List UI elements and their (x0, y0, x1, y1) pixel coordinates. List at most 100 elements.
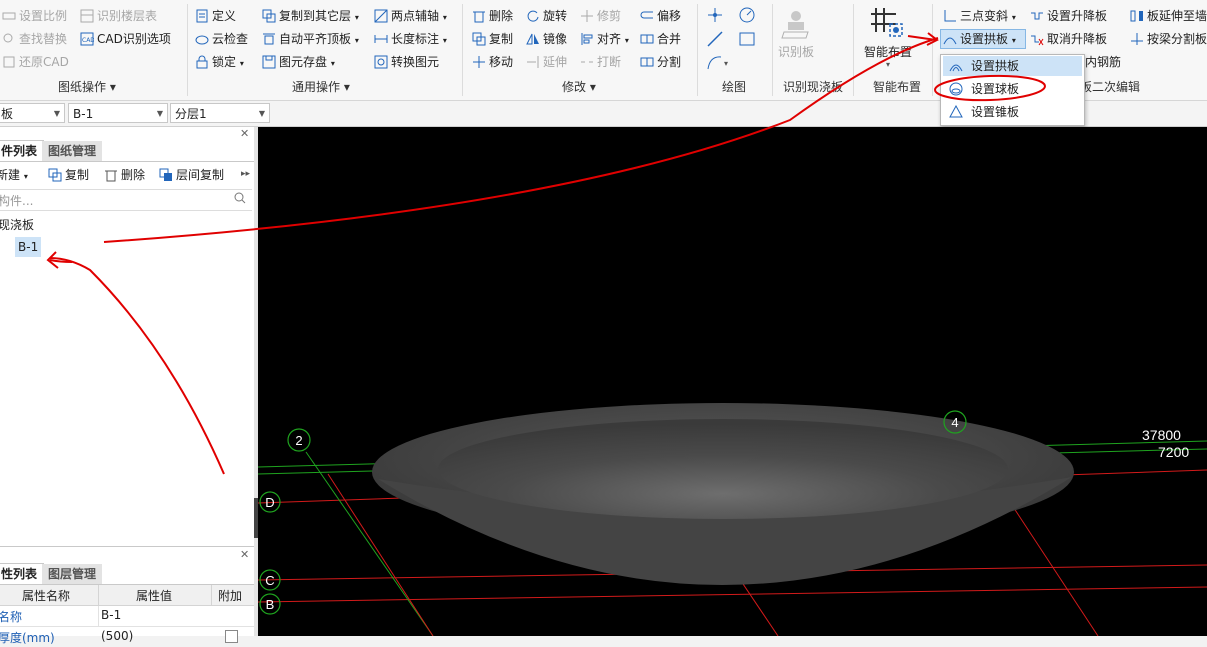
offset-button[interactable]: 偏移 (640, 6, 681, 26)
find-replace-icon (2, 32, 16, 46)
split-beam-icon (1130, 32, 1144, 46)
menu-item-set-cone-slab[interactable]: 设置锥板 (943, 102, 1082, 122)
menu-item-set-arch-slab[interactable]: 设置拱板 (943, 56, 1082, 76)
element-type-select[interactable]: 板 ▼ (0, 103, 65, 123)
cloud-check-icon (195, 32, 209, 46)
set-arch-slab-button[interactable]: 设置拱板 ▾ (940, 29, 1026, 49)
auto-align-top-slab-button[interactable]: 自动平齐顶板 ▾ (262, 29, 359, 49)
split-button[interactable]: 分割 (640, 52, 681, 72)
draw-point-tool[interactable] (706, 6, 724, 27)
recognize-slab-button[interactable]: 识别板 (776, 8, 816, 60)
table-row[interactable]: 厚度(mm) (500) (0, 627, 254, 647)
copy-layer-icon (262, 9, 276, 23)
chevron-down-icon: ▼ (258, 109, 265, 118)
raise-lower-icon (1030, 9, 1044, 23)
restore-icon (2, 55, 16, 69)
tab-component-list[interactable]: 件列表 (0, 140, 45, 161)
table-row[interactable]: 名称 B-1 (0, 606, 254, 627)
tree-item-b1[interactable]: B-1 (15, 237, 42, 257)
sublayer-select[interactable]: 分层1 ▼ (170, 103, 270, 123)
dimension-icon (374, 32, 388, 46)
restore-cad-button[interactable]: 还原CAD (2, 52, 69, 72)
menu-item-set-spherical-slab[interactable]: 设置球板 (943, 79, 1082, 99)
delete-button[interactable]: 删除 (472, 6, 513, 26)
copy-to-other-layer-button[interactable]: 复制到其它层 ▾ (262, 6, 359, 26)
break-icon (580, 55, 594, 69)
divider (211, 585, 212, 605)
copy-component-button[interactable]: 复制 (48, 165, 89, 185)
tab-layer-management[interactable]: 图层管理 (42, 564, 103, 584)
break-button[interactable]: 打断 (580, 52, 621, 72)
dimension-text: 7200 (1158, 444, 1189, 460)
copy-icon (472, 32, 486, 46)
split-slab-by-beam-button[interactable]: 按梁分割板 (1130, 29, 1207, 49)
cloud-check-button[interactable]: 云检查 (195, 29, 248, 49)
copy-between-floors-button[interactable]: 层间复制 (159, 165, 224, 185)
close-icon[interactable]: ✕ (240, 127, 249, 140)
tab-drawing-management[interactable]: 图纸管理 (42, 141, 103, 161)
trash-icon (104, 168, 118, 182)
cad-icon: CAD (80, 32, 95, 46)
three-point-slope-button[interactable]: 三点变斜 ▾ (943, 6, 1016, 26)
copy-button[interactable]: 复制 (472, 29, 513, 49)
extend-slab-to-wall-button[interactable]: 板延伸至墙 (1130, 6, 1207, 26)
convert-element-button[interactable]: 转换图元 (374, 52, 439, 72)
close-icon[interactable]: ✕ (240, 548, 249, 561)
cad-recognize-options-button[interactable]: CAD CAD识别选项 (80, 29, 171, 49)
divider (98, 585, 99, 605)
rotate-button[interactable]: 旋转 (526, 6, 567, 26)
copy-icon (48, 168, 62, 182)
property-table-header: 属性名称 属性值 附加 (0, 584, 254, 606)
group-label-general-ops[interactable]: 通用操作 ▾ (292, 78, 350, 96)
trim-button[interactable]: 修剪 (580, 6, 621, 26)
line-icon (707, 31, 723, 47)
find-replace-button[interactable]: 查找替换 (2, 29, 67, 49)
axis-icon (374, 9, 388, 23)
divider (187, 4, 188, 96)
more-icon[interactable]: ▸▸ (241, 169, 250, 179)
draw-line-tool[interactable] (706, 30, 724, 51)
align-icon (580, 32, 594, 46)
length-dimension-button[interactable]: 长度标注 ▾ (374, 29, 447, 49)
delete-component-button[interactable]: 删除 (104, 165, 145, 185)
merge-button[interactable]: 合并 (640, 29, 681, 49)
extend-button[interactable]: 延伸 (526, 52, 567, 72)
cancel-raise-lower-slab-button[interactable]: 取消升降板 (1030, 29, 1107, 49)
svg-text:D: D (265, 495, 274, 510)
arc-icon: ▾ (707, 56, 728, 70)
search-input[interactable]: 构件... (0, 192, 33, 209)
split-icon (640, 55, 654, 69)
align-button[interactable]: 对齐 ▾ (580, 29, 629, 49)
inner-rebar-button[interactable]: 内钢筋 (1085, 52, 1121, 72)
divider (772, 4, 773, 96)
group-label-drawing-ops[interactable]: 图纸操作 ▾ (58, 78, 116, 96)
mirror-button[interactable]: 镜像 (526, 29, 567, 49)
3d-viewport[interactable]: 2 4 D C B 37800 7200 (258, 127, 1207, 636)
recognize-floor-table-button[interactable]: 识别楼层表 (80, 6, 157, 26)
component-select[interactable]: B-1 ▼ (68, 103, 168, 123)
group-label-slab-secondary-edit: 板二次编辑 (1080, 80, 1141, 94)
svg-text:CAD: CAD (82, 37, 94, 44)
move-icon (472, 55, 486, 69)
checkbox[interactable] (225, 630, 238, 643)
set-scale-button[interactable]: 设置比例 (2, 6, 67, 26)
spherical-slab-icon (949, 82, 963, 102)
divider (0, 161, 254, 162)
draw-rectangle-tool[interactable] (738, 30, 756, 51)
set-raise-lower-slab-button[interactable]: 设置升降板 (1030, 6, 1107, 26)
two-point-axis-button[interactable]: 两点辅轴 ▾ (374, 6, 447, 26)
smart-layout-button[interactable]: 智能布置 ▾ (861, 6, 915, 69)
draw-circle-tool[interactable] (738, 6, 756, 27)
rotate-icon (526, 9, 540, 23)
tree-category-cast-slab[interactable]: 现浇板 (0, 216, 34, 233)
draw-arc-tool[interactable]: ▾ (706, 54, 732, 75)
save-element-button[interactable]: 图元存盘 ▾ (262, 52, 335, 72)
move-button[interactable]: 移动 (472, 52, 513, 72)
new-component-button[interactable]: 新建 ▾ (0, 165, 28, 185)
search-box[interactable]: 构件... (0, 189, 252, 211)
group-label-modify[interactable]: 修改 ▾ (562, 78, 596, 96)
lock-button[interactable]: 锁定 ▾ (195, 52, 244, 72)
tab-property-list[interactable]: 性列表 (0, 563, 45, 584)
define-button[interactable]: 定义 (195, 6, 236, 26)
smart-layout-icon (871, 8, 903, 37)
